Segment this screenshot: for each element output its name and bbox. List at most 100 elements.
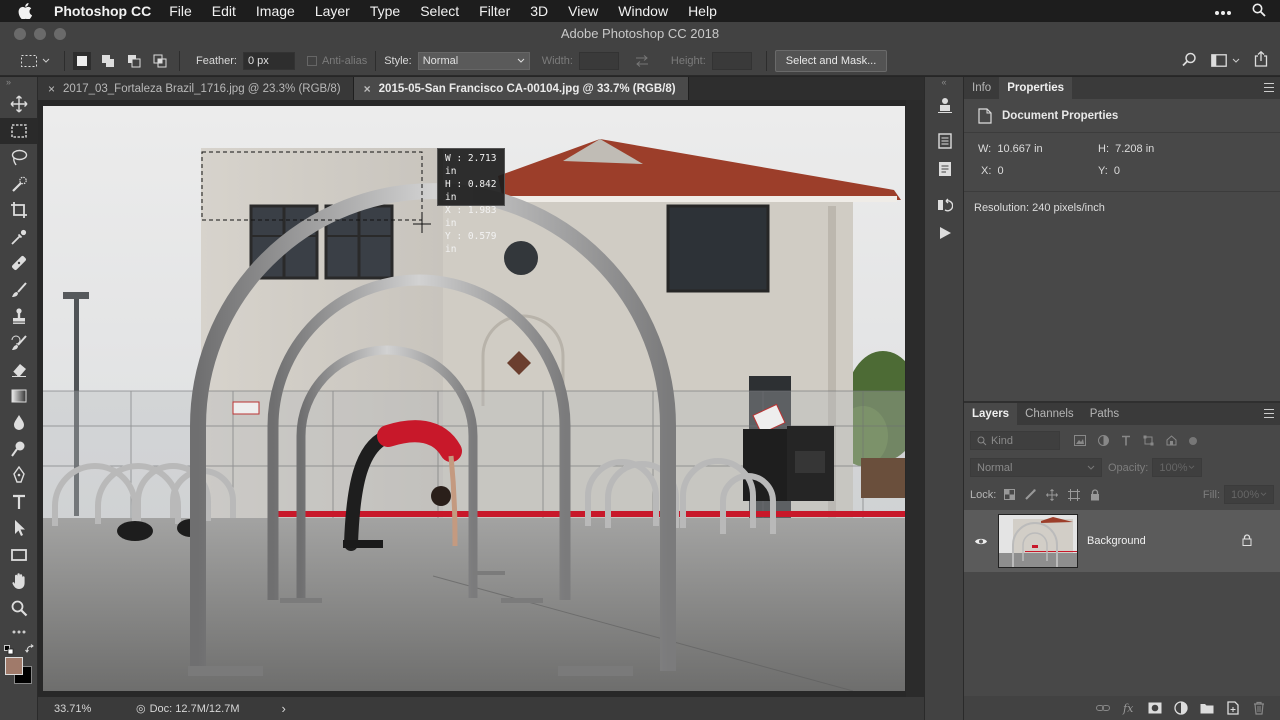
subtract-selection-icon[interactable] [125,52,143,70]
tab-paths[interactable]: Paths [1082,403,1127,425]
menu-file[interactable]: File [169,3,192,19]
foreground-color-swatch[interactable] [5,657,23,675]
hand-tool-icon[interactable] [0,568,38,595]
dodge-tool-icon[interactable] [0,436,38,463]
link-layers-icon[interactable] [1096,701,1110,715]
doc-x-value[interactable]: 0 [998,165,1004,177]
rectangular-marquee-tool-icon[interactable] [0,117,38,144]
trash-icon[interactable] [1252,701,1266,715]
menu-help[interactable]: Help [688,3,717,19]
panel-menu-icon[interactable] [1264,409,1274,418]
zoom-tool-icon[interactable] [0,595,38,622]
feather-input[interactable] [242,51,295,70]
minimize-window-button[interactable] [34,28,46,40]
eraser-tool-icon[interactable] [0,356,38,383]
tab-channels[interactable]: Channels [1017,403,1082,425]
healing-brush-tool-icon[interactable] [0,250,38,277]
lock-artboard-icon[interactable] [1068,488,1081,501]
workspace-icon[interactable] [1211,54,1240,67]
menu-type[interactable]: Type [370,3,400,19]
type-layer-filter-icon[interactable] [1121,435,1131,446]
clone-stamp-tool-icon[interactable] [0,303,38,330]
swap-width-height-icon[interactable] [635,54,649,67]
marquee-tool-preset-icon[interactable] [20,54,50,68]
default-colors-icon[interactable] [4,645,14,655]
vertical-scrollbar[interactable] [906,100,924,697]
new-selection-icon[interactable] [73,51,91,70]
height-input[interactable] [711,51,752,70]
select-and-mask-button[interactable]: Select and Mask... [774,49,888,72]
quick-selection-tool-icon[interactable] [0,171,38,198]
zoom-window-button[interactable] [54,28,66,40]
history-brush-tool-icon[interactable] [0,330,38,357]
antialias-checkbox[interactable] [306,55,317,66]
blur-tool-icon[interactable] [0,409,38,436]
close-tab-icon[interactable]: × [48,82,55,96]
lock-icon[interactable] [1242,533,1252,549]
menu-view[interactable]: View [568,3,598,19]
menu-image[interactable]: Image [256,3,295,19]
path-selection-tool-icon[interactable] [0,515,38,542]
lasso-tool-icon[interactable] [0,144,38,171]
doc-width-value[interactable]: 10.667 in [997,143,1042,155]
gradient-tool-icon[interactable] [0,383,38,410]
info-panel-icon[interactable] [925,155,965,183]
type-tool-icon[interactable] [0,489,38,516]
doc-height-value[interactable]: 7.208 in [1115,143,1154,155]
intersect-selection-icon[interactable] [151,52,169,70]
smart-object-filter-icon[interactable] [1166,435,1177,446]
menu-select[interactable]: Select [420,3,459,19]
new-group-icon[interactable] [1200,701,1214,715]
more-icon[interactable] [1214,3,1232,19]
more-tools-icon[interactable] [0,621,38,643]
apple-icon[interactable] [18,3,40,19]
pixel-layer-filter-icon[interactable] [1074,435,1086,446]
adjustment-layer-filter-icon[interactable] [1098,435,1109,446]
menu-window[interactable]: Window [618,3,668,19]
close-window-button[interactable] [14,28,26,40]
close-tab-icon[interactable]: × [364,82,371,96]
share-icon[interactable] [1254,50,1268,70]
layer-name[interactable]: Background [1087,535,1146,547]
status-menu-arrow[interactable]: › [281,701,285,716]
zoom-level[interactable]: 33.71% [54,703,136,715]
properties-panel-icon[interactable] [925,127,965,155]
lock-all-icon[interactable] [1090,488,1100,501]
menu-layer[interactable]: Layer [315,3,350,19]
tab-info[interactable]: Info [964,77,999,99]
tab-fortaleza[interactable]: × 2017_03_Fortaleza Brazil_1716.jpg @ 23… [38,77,354,100]
add-mask-icon[interactable] [1148,701,1162,715]
search-icon[interactable] [1182,52,1197,70]
doc-y-value[interactable]: 0 [1114,165,1120,177]
lock-transparent-pixels-icon[interactable] [1004,489,1016,500]
eye-visibility-icon[interactable] [964,537,998,546]
panel-menu-icon[interactable] [1264,83,1274,92]
crop-tool-icon[interactable] [0,197,38,224]
adjustment-layer-icon[interactable] [1174,701,1188,715]
blend-mode-select[interactable]: Normal [970,458,1102,477]
eyedropper-tool-icon[interactable] [0,224,38,251]
menu-filter[interactable]: Filter [479,3,510,19]
style-select[interactable]: Normal [417,51,530,70]
layer-filter-kind[interactable]: Kind [970,431,1060,450]
shape-layer-filter-icon[interactable] [1143,435,1154,446]
move-tool-icon[interactable] [0,91,38,118]
menu-3d[interactable]: 3D [530,3,548,19]
fill-input[interactable]: 100% [1224,485,1274,504]
rectangle-tool-icon[interactable] [0,542,38,569]
spotlight-icon[interactable] [1252,3,1266,20]
lock-image-pixels-icon[interactable] [1025,489,1036,500]
filter-toggle-icon[interactable] [1189,436,1197,445]
panel-collapse-icon[interactable]: » [0,77,37,91]
opacity-input[interactable]: 100% [1152,458,1203,477]
actions-play-icon[interactable] [925,219,965,247]
tab-properties[interactable]: Properties [999,77,1073,99]
history-panel-icon[interactable] [925,191,965,219]
layer-row[interactable]: Background [964,510,1280,572]
add-selection-icon[interactable] [99,52,117,70]
app-menu[interactable]: Photoshop CC [54,3,151,19]
swap-colors-icon[interactable] [25,644,35,657]
pen-tool-icon[interactable] [0,462,38,489]
tab-san-francisco[interactable]: × 2015-05-San Francisco CA-00104.jpg @ 3… [353,77,689,100]
tab-layers[interactable]: Layers [964,403,1018,425]
